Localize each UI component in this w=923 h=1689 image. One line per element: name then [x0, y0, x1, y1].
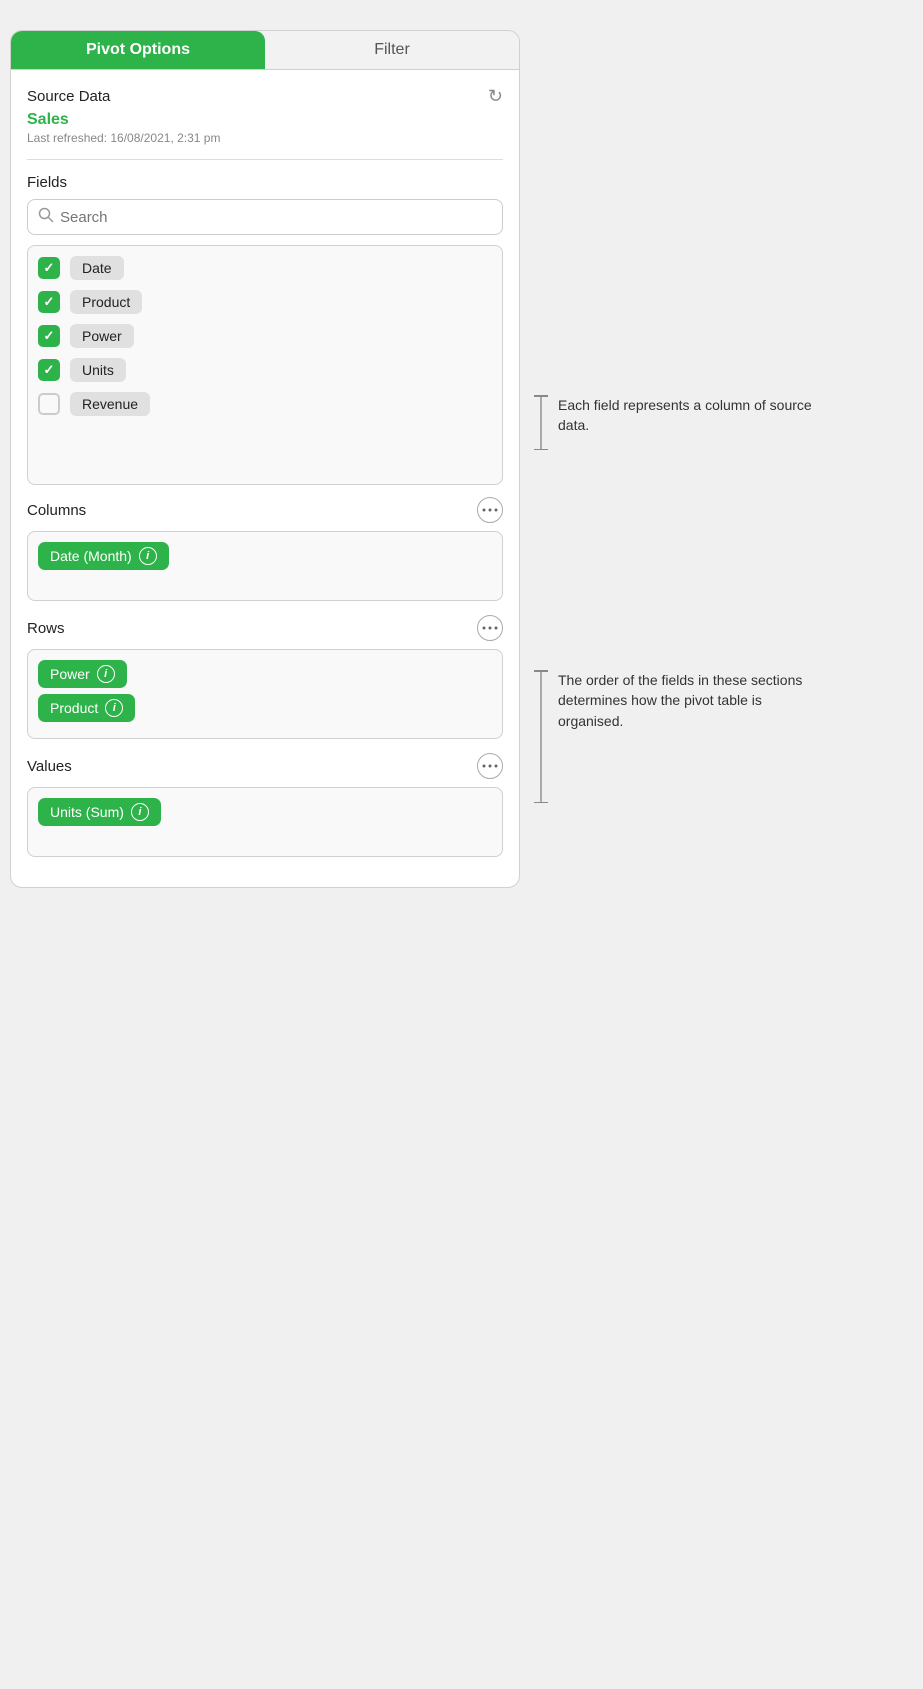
values-box: Units (Sum) i	[27, 787, 503, 857]
field-pill-power: Power	[70, 324, 134, 348]
rows-section: Rows Power i	[27, 615, 503, 739]
search-icon	[38, 207, 54, 227]
page-container: Pivot Options Filter Source Data ↻ Sales…	[0, 0, 923, 1689]
values-pill-units-sum[interactable]: Units (Sum) i	[38, 798, 161, 826]
source-name[interactable]: Sales	[27, 111, 503, 129]
values-section: Values Units (Sum) i	[27, 753, 503, 857]
rows-pill-product[interactable]: Product i	[38, 694, 135, 722]
columns-label: Columns	[27, 502, 86, 519]
rows-pill-power-label: Power	[50, 666, 90, 682]
tick-2b	[534, 802, 548, 804]
columns-pill-date-month[interactable]: Date (Month) i	[38, 542, 169, 570]
field-row-power: Power	[38, 324, 492, 348]
field-row-units: Units	[38, 358, 492, 382]
source-data-section: Source Data ↻ Sales Last refreshed: 16/0…	[27, 86, 503, 145]
tab-pivot-options[interactable]: Pivot Options	[11, 31, 265, 69]
field-pill-revenue: Revenue	[70, 392, 150, 416]
annotations-area: Each field represents a column of source…	[534, 30, 824, 803]
field-row-date: Date	[38, 256, 492, 280]
columns-more-icon[interactable]	[477, 497, 503, 523]
rows-more-icon[interactable]	[477, 615, 503, 641]
columns-pill-label: Date (Month)	[50, 548, 132, 564]
columns-section: Columns Date (Month) i	[27, 497, 503, 601]
annotation-line-2	[534, 670, 548, 803]
annotation-sections: The order of the fields in these section…	[534, 670, 824, 803]
field-pill-date: Date	[70, 256, 124, 280]
annotation-line-1	[534, 395, 548, 450]
search-box	[27, 199, 503, 235]
annotation-fields: Each field represents a column of source…	[534, 395, 824, 450]
tab-filter[interactable]: Filter	[265, 31, 519, 69]
values-header: Values	[27, 753, 503, 779]
source-data-header-row: Source Data ↻	[27, 86, 503, 107]
rows-pill-product-label: Product	[50, 700, 98, 716]
checkbox-date[interactable]	[38, 257, 60, 279]
rows-pill-power[interactable]: Power i	[38, 660, 127, 688]
last-refreshed: Last refreshed: 16/08/2021, 2:31 pm	[27, 131, 503, 145]
refresh-icon[interactable]: ↻	[488, 86, 503, 107]
rows-header: Rows	[27, 615, 503, 641]
vline-2	[540, 672, 542, 802]
rows-label: Rows	[27, 620, 65, 637]
field-row-product: Product	[38, 290, 492, 314]
checkbox-power[interactable]	[38, 325, 60, 347]
field-row-revenue: Revenue	[38, 392, 492, 416]
columns-box: Date (Month) i	[27, 531, 503, 601]
panel-content: Source Data ↻ Sales Last refreshed: 16/0…	[11, 70, 519, 887]
field-pill-units: Units	[70, 358, 126, 382]
annotation-text-sections: The order of the fields in these section…	[558, 670, 824, 731]
values-more-icon[interactable]	[477, 753, 503, 779]
values-pill-units-sum-label: Units (Sum)	[50, 804, 124, 820]
rows-power-info-icon[interactable]: i	[97, 665, 115, 683]
fields-list-box: Date Product Power Units	[27, 245, 503, 485]
field-pill-product: Product	[70, 290, 142, 314]
values-info-icon[interactable]: i	[131, 803, 149, 821]
checkbox-units[interactable]	[38, 359, 60, 381]
source-data-label: Source Data	[27, 88, 110, 105]
fields-section: Fields Date	[27, 174, 503, 485]
fields-label: Fields	[27, 174, 503, 191]
rows-product-info-icon[interactable]: i	[105, 699, 123, 717]
divider-1	[27, 159, 503, 160]
annotation-text-fields: Each field represents a column of source…	[558, 395, 824, 436]
tab-bar: Pivot Options Filter	[11, 31, 519, 70]
columns-header: Columns	[27, 497, 503, 523]
values-label: Values	[27, 758, 72, 775]
tick-1b	[534, 449, 548, 451]
checkbox-revenue[interactable]	[38, 393, 60, 415]
pivot-panel: Pivot Options Filter Source Data ↻ Sales…	[10, 30, 520, 888]
vline-1	[540, 397, 542, 449]
search-input[interactable]	[60, 209, 492, 226]
rows-box: Power i Product i	[27, 649, 503, 739]
columns-info-icon[interactable]: i	[139, 547, 157, 565]
checkbox-product[interactable]	[38, 291, 60, 313]
